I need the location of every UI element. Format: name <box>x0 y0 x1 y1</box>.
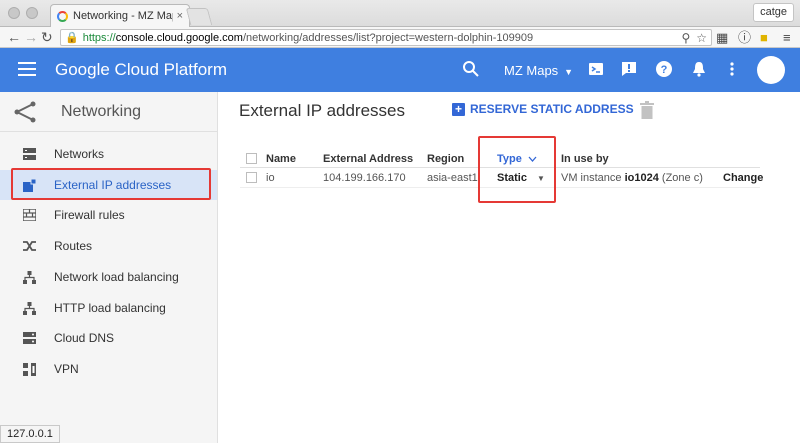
profile-button[interactable]: catge <box>753 3 794 22</box>
plus-icon: + <box>452 102 465 116</box>
project-name: MZ Maps <box>504 63 559 78</box>
folder-extension-icon[interactable]: ■ <box>760 30 768 46</box>
sidebar-item-label: Routes <box>54 239 93 253</box>
browser-toolbar: ← → ↻ 🔒 https:// console.cloud.google.co… <box>0 27 800 48</box>
browser-tab[interactable]: Networking - MZ Maps × <box>50 4 190 27</box>
column-header-region[interactable]: Region <box>427 153 464 165</box>
tab-close-button[interactable]: × <box>177 10 183 22</box>
product-title: Google Cloud Platform <box>55 60 227 79</box>
sidebar-item-label: Cloud DNS <box>54 331 115 345</box>
column-header-in-use-by[interactable]: In use by <box>561 153 609 165</box>
sidebar-item-label: HTTP load balancing <box>54 301 166 315</box>
highlight-type-column <box>478 136 556 203</box>
column-header-external-address[interactable]: External Address <box>323 153 413 165</box>
bell-icon[interactable] <box>690 60 708 78</box>
load-balancing-icon <box>22 270 36 284</box>
change-button[interactable]: Change <box>723 172 763 184</box>
cloud-shell-icon[interactable] <box>587 60 605 78</box>
address-bar[interactable]: 🔒 https:// console.cloud.google.com /net… <box>60 29 712 46</box>
in-use-by-prefix: VM instance <box>561 172 622 184</box>
cell-region: asia-east1 <box>427 172 478 184</box>
networks-icon <box>22 147 36 161</box>
select-all-checkbox[interactable] <box>246 153 257 164</box>
instance-link[interactable]: io1024 <box>625 172 659 184</box>
sidebar-item-networks[interactable]: Networks <box>0 139 217 169</box>
notifications-alert-icon[interactable] <box>620 60 638 78</box>
info-extension-icon[interactable]: ⓘ <box>738 30 751 46</box>
column-header-name[interactable]: Name <box>266 153 296 165</box>
row-checkbox[interactable] <box>246 172 257 183</box>
new-tab-button[interactable] <box>185 8 213 25</box>
cell-name: io <box>266 172 275 184</box>
highlight-external-ip-item <box>11 168 211 200</box>
bookmark-star-icon[interactable]: ☆ <box>696 31 707 45</box>
tab-title: Networking - MZ Maps <box>73 10 173 22</box>
networking-icon <box>14 101 36 122</box>
favicon-icon <box>57 10 68 22</box>
url-host: console.cloud.google.com <box>115 31 243 44</box>
avatar[interactable] <box>757 56 785 84</box>
sidebar-item-routes[interactable]: Routes <box>0 231 217 261</box>
sidebar-item-http-load-balancing[interactable]: HTTP load balancing <box>0 293 217 323</box>
zoom-icon[interactable]: ⚲ <box>681 31 690 45</box>
app-header: Google Cloud Platform MZ Maps ▼ ? <box>0 48 800 92</box>
reload-icon[interactable]: ↻ <box>41 29 53 45</box>
reserve-static-address-button[interactable]: + RESERVE STATIC ADDRESS <box>452 102 634 116</box>
dns-icon <box>22 331 36 345</box>
firewall-icon <box>22 208 36 222</box>
cell-in-use-by: VM instance io1024 (Zone c) <box>561 172 703 184</box>
sidebar-item-cloud-dns[interactable]: Cloud DNS <box>0 323 217 353</box>
cell-external-address: 104.199.166.170 <box>323 172 406 184</box>
reserve-static-address-label: RESERVE STATIC ADDRESS <box>470 102 634 116</box>
menu-icon[interactable]: ≡ <box>783 30 791 46</box>
url-scheme: https:// <box>82 31 116 44</box>
minimize-window-button[interactable] <box>26 7 38 19</box>
page-title: External IP addresses <box>239 101 405 120</box>
browser-tab-bar: Networking - MZ Maps × catge <box>0 0 800 27</box>
sidebar-header: Networking <box>0 92 217 132</box>
forward-icon[interactable]: → <box>24 29 38 45</box>
load-balancing-icon <box>22 301 36 315</box>
routes-icon <box>22 239 36 253</box>
trash-icon[interactable] <box>640 101 654 119</box>
sidebar-item-label: Network load balancing <box>54 270 179 284</box>
svg-text:?: ? <box>661 64 668 76</box>
project-selector[interactable]: MZ Maps ▼ <box>504 63 573 78</box>
qr-extension-icon[interactable]: ▦ <box>716 30 728 46</box>
status-bar-url: 127.0.0.1 <box>0 425 60 443</box>
instance-zone: (Zone c) <box>661 172 703 184</box>
search-icon[interactable] <box>462 60 480 78</box>
sidebar-item-label: Networks <box>54 147 105 161</box>
sidebar-item-network-load-balancing[interactable]: Network load balancing <box>0 262 217 292</box>
hamburger-menu-icon[interactable] <box>18 62 36 78</box>
sidebar-item-label: Firewall rules <box>54 208 125 222</box>
help-icon[interactable]: ? <box>655 60 673 78</box>
vpn-icon <box>22 362 36 376</box>
sidebar-item-vpn[interactable]: VPN <box>0 354 217 384</box>
lock-icon: 🔒 <box>65 32 79 44</box>
sidebar-title: Networking <box>61 102 142 120</box>
sidebar-item-firewall-rules[interactable]: Firewall rules <box>0 200 217 230</box>
more-vert-icon[interactable] <box>723 60 741 78</box>
url-path: /networking/addresses/list?project=weste… <box>242 31 534 44</box>
caret-down-icon: ▼ <box>564 67 574 77</box>
back-icon[interactable]: ← <box>7 29 21 45</box>
sidebar-item-label: VPN <box>54 362 79 376</box>
sidebar: Networking Networks External IP addresse… <box>0 92 218 443</box>
close-window-button[interactable] <box>8 7 20 19</box>
